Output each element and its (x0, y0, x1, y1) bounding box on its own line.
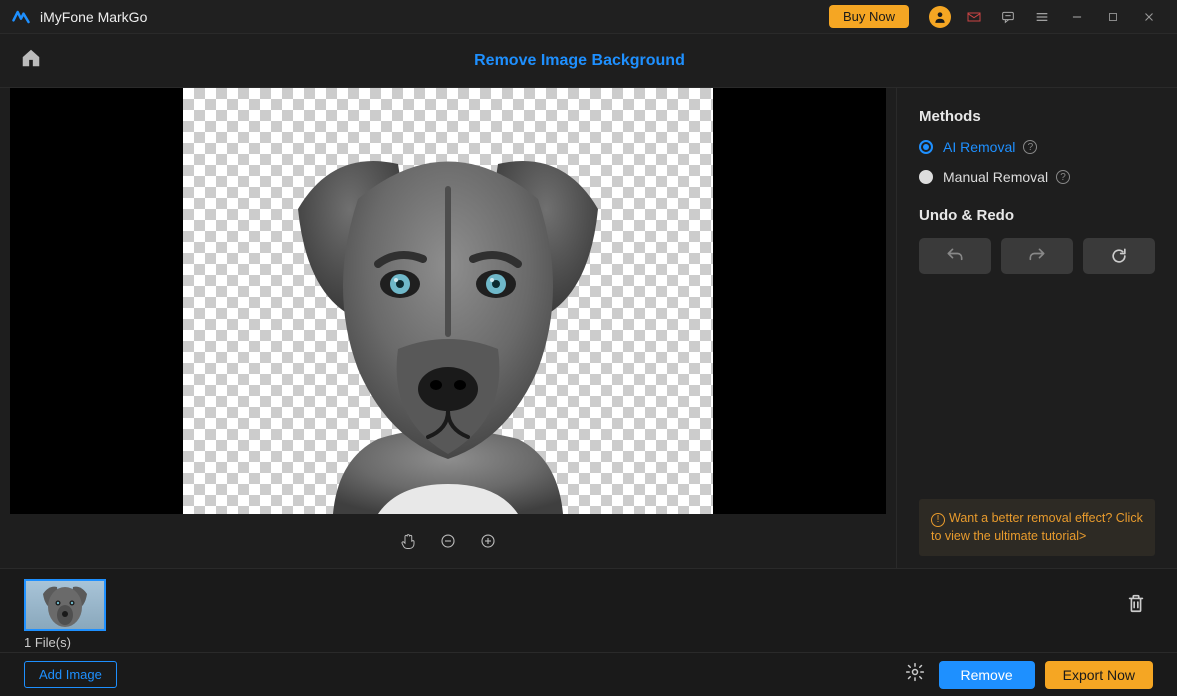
export-button[interactable]: Export Now (1045, 661, 1153, 689)
file-count: 1 File(s) (0, 631, 1177, 652)
undo-button[interactable] (919, 238, 991, 274)
methods-title: Methods (919, 108, 1155, 125)
main-area: Methods AI Removal ? Manual Removal ? Un… (0, 88, 1177, 568)
thumbnail-item[interactable] (24, 579, 106, 631)
help-icon[interactable]: ? (1023, 140, 1037, 154)
canvas-controls (0, 514, 896, 568)
delete-button[interactable] (1125, 592, 1147, 619)
canvas-area (0, 88, 897, 568)
radio-icon (919, 140, 933, 154)
settings-button[interactable] (905, 662, 925, 687)
account-button[interactable] (928, 5, 952, 29)
remove-button[interactable]: Remove (939, 661, 1035, 689)
image-preview (183, 88, 713, 514)
tip-text: Want a better removal effect? Click to v… (931, 511, 1143, 544)
reset-button[interactable] (1083, 238, 1155, 274)
maximize-button[interactable] (1101, 5, 1125, 29)
undo-redo-section: Undo & Redo (919, 207, 1155, 274)
radio-icon (919, 170, 933, 184)
titlebar: iMyFone MarkGo Buy Now (0, 0, 1177, 34)
bottom-panel: 1 File(s) Add Image Remove Export Now (0, 568, 1177, 696)
tutorial-tip[interactable]: !Want a better removal effect? Click to … (919, 499, 1155, 557)
info-icon: ! (931, 513, 945, 527)
thumbnail-strip (0, 569, 1177, 631)
canvas[interactable] (10, 88, 886, 514)
zoom-out-button[interactable] (439, 532, 457, 550)
mail-icon[interactable] (962, 5, 986, 29)
help-icon[interactable]: ? (1056, 170, 1070, 184)
buy-now-button[interactable]: Buy Now (829, 5, 909, 28)
page-title: Remove Image Background (2, 52, 1157, 70)
app-title: iMyFone MarkGo (40, 9, 147, 25)
app-logo-icon (10, 6, 32, 28)
pan-tool-button[interactable] (399, 532, 417, 550)
toolbar: Remove Image Background (0, 34, 1177, 88)
add-image-button[interactable]: Add Image (24, 661, 117, 688)
undo-redo-title: Undo & Redo (919, 207, 1155, 224)
redo-button[interactable] (1001, 238, 1073, 274)
feedback-icon[interactable] (996, 5, 1020, 29)
minimize-button[interactable] (1065, 5, 1089, 29)
method-ai-removal[interactable]: AI Removal ? (919, 139, 1155, 155)
zoom-in-button[interactable] (479, 532, 497, 550)
footer-bar: Add Image Remove Export Now (0, 652, 1177, 696)
method-manual-removal[interactable]: Manual Removal ? (919, 169, 1155, 185)
method-label: Manual Removal (943, 169, 1048, 185)
sidebar: Methods AI Removal ? Manual Removal ? Un… (897, 88, 1177, 568)
menu-icon[interactable] (1030, 5, 1054, 29)
subject-image (238, 119, 658, 514)
close-button[interactable] (1137, 5, 1161, 29)
method-label: AI Removal (943, 139, 1015, 155)
